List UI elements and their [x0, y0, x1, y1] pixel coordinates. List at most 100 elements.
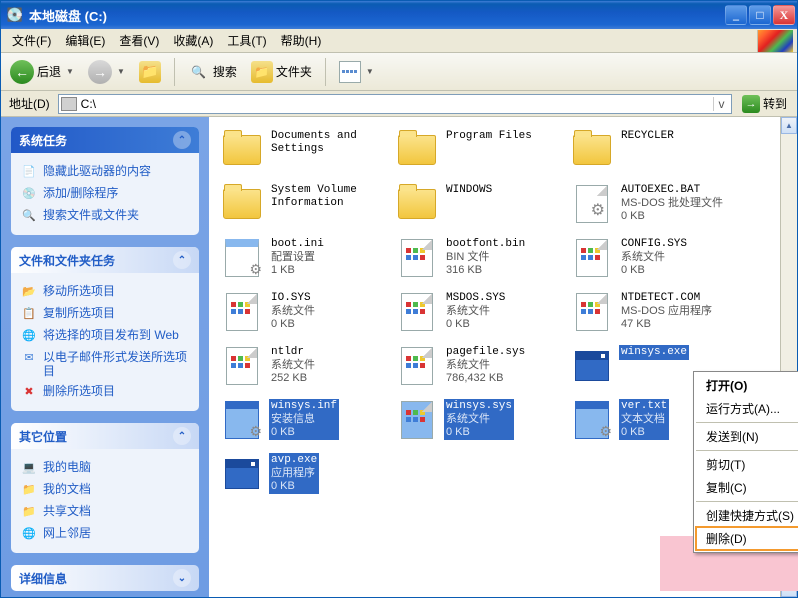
folder-icon: 📁: [251, 61, 273, 83]
sidebar-task-item[interactable]: 🔍搜索文件或文件夹: [21, 205, 189, 227]
grid-icon: [396, 237, 438, 279]
back-button[interactable]: ← 后退 ▼: [5, 57, 79, 87]
file-item[interactable]: CONFIG.SYS系统文件0 KB: [569, 235, 744, 289]
sidebar-task-item[interactable]: 📂移动所选项目: [21, 281, 189, 303]
sidebar-task-item[interactable]: 📋复制所选项目: [21, 303, 189, 325]
chevron-down-icon: ⌄: [173, 569, 191, 587]
sidebar-task-item[interactable]: 🌐将选择的项目发布到 Web: [21, 325, 189, 347]
file-label: Documents and Settings: [269, 129, 392, 157]
file-item[interactable]: boot.ini配置设置1 KB: [219, 235, 394, 289]
file-item[interactable]: winsys.sys系统文件0 KB: [394, 397, 569, 451]
search-label: 搜索: [213, 63, 237, 80]
folders-button[interactable]: 📁 文件夹: [246, 58, 317, 86]
file-item[interactable]: RECYCLER: [569, 127, 744, 181]
forward-button[interactable]: → ▼: [83, 57, 130, 87]
panel-title: 其它位置: [19, 428, 67, 445]
panel-header[interactable]: 系统任务 ⌃: [11, 127, 199, 153]
tasks-sidebar: 系统任务 ⌃ 📄隐藏此驱动器的内容 💿 添加/删除程序 🔍搜索文件或文件夹 文件和文件…: [1, 117, 209, 597]
file-item[interactable]: winsys.inf安装信息0 KB: [219, 397, 394, 451]
file-label: boot.ini配置设置1 KB: [269, 237, 326, 278]
task-icon: 💻: [21, 460, 37, 476]
file-item[interactable]: IO.SYS系统文件0 KB: [219, 289, 394, 343]
menubar: 文件(F) 编辑(E) 查看(V) 收藏(A) 工具(T) 帮助(H): [1, 29, 797, 53]
minimize-button[interactable]: _: [725, 5, 747, 25]
file-item[interactable]: AUTOEXEC.BATMS-DOS 批处理文件0 KB: [569, 181, 744, 235]
task-label: 添加/删除程序: [43, 186, 118, 200]
file-item[interactable]: NTDETECT.COMMS-DOS 应用程序47 KB: [569, 289, 744, 343]
task-icon: 📂: [21, 284, 37, 300]
sidebar-task-item[interactable]: 💿 添加/删除程序: [21, 183, 189, 205]
ctx-cut[interactable]: 剪切(T): [696, 453, 798, 476]
exe-icon: [221, 453, 263, 495]
file-item[interactable]: pagefile.sys系统文件786,432 KB: [394, 343, 569, 397]
ctx-open[interactable]: 打开(O): [696, 374, 798, 397]
ctx-sendto[interactable]: 发送到(N): [696, 425, 798, 448]
toolbar: ← 后退 ▼ → ▼ 📁 🔍 搜索 📁 文件夹 ▼: [1, 53, 797, 91]
menu-favorites[interactable]: 收藏(A): [166, 29, 220, 52]
menu-help[interactable]: 帮助(H): [274, 29, 329, 52]
panel-header[interactable]: 文件和文件夹任务 ⌃: [11, 247, 199, 273]
maximize-button[interactable]: □: [749, 5, 771, 25]
sidebar-task-item[interactable]: 📄隐藏此驱动器的内容: [21, 161, 189, 183]
task-label: 我的文档: [43, 482, 91, 496]
sidebar-task-item[interactable]: 📁 我的文档: [21, 479, 189, 501]
panel-title: 文件和文件夹任务: [19, 252, 115, 269]
ctx-delete[interactable]: 删除(D): [696, 527, 798, 550]
grid-icon: [396, 345, 438, 387]
file-item[interactable]: System Volume Information: [219, 181, 394, 235]
go-label: 转到: [763, 95, 787, 112]
menu-tools[interactable]: 工具(T): [220, 29, 273, 52]
file-item[interactable]: Documents and Settings: [219, 127, 394, 181]
ctx-runas[interactable]: 运行方式(A)...: [696, 397, 798, 420]
file-item[interactable]: MSDOS.SYS系统文件0 KB: [394, 289, 569, 343]
views-button[interactable]: ▼: [334, 58, 379, 86]
file-item[interactable]: bootfont.binBIN 文件316 KB: [394, 235, 569, 289]
task-icon: 💿: [21, 186, 37, 202]
task-icon: 📁: [21, 482, 37, 498]
file-item[interactable]: avp.exe应用程序0 KB: [219, 451, 394, 505]
ctx-shortcut[interactable]: 创建快捷方式(S): [696, 504, 798, 527]
chevron-down-icon: ▼: [366, 67, 374, 76]
separator: [696, 450, 798, 451]
task-icon: 📁: [21, 504, 37, 520]
address-combo[interactable]: C:\ v: [58, 94, 732, 114]
task-icon: 📋: [21, 306, 37, 322]
panel-file-tasks: 文件和文件夹任务 ⌃ 📂移动所选项目📋复制所选项目🌐将选择的项目发布到 Web✉…: [11, 247, 199, 411]
sidebar-task-item[interactable]: ✖删除所选项目: [21, 381, 189, 403]
search-icon: 🔍: [188, 61, 210, 83]
folders-label: 文件夹: [276, 63, 312, 80]
file-item[interactable]: ntldr系统文件252 KB: [219, 343, 394, 397]
menu-edit[interactable]: 编辑(E): [58, 29, 112, 52]
panel-header[interactable]: 详细信息 ⌄: [11, 565, 199, 591]
menu-file[interactable]: 文件(F): [5, 29, 58, 52]
back-icon: ←: [10, 60, 34, 84]
gear-icon: [571, 183, 613, 225]
chevron-down-icon: ▼: [66, 67, 74, 76]
task-label: 将选择的项目发布到 Web: [43, 328, 179, 342]
task-icon: 🌐: [21, 526, 37, 542]
up-button[interactable]: 📁: [134, 58, 166, 86]
go-button[interactable]: → 转到: [736, 93, 793, 115]
file-label: bootfont.binBIN 文件316 KB: [444, 237, 527, 278]
folder-icon: [571, 129, 613, 171]
panel-other-places: 其它位置 ⌃ 💻我的电脑 📁 我的文档 📁共享文档🌐网上邻居: [11, 423, 199, 553]
file-label: IO.SYS系统文件0 KB: [269, 291, 317, 332]
titlebar[interactable]: 💽 本地磁盘 (C:) _ □ X: [1, 1, 797, 29]
file-item[interactable]: Program Files: [394, 127, 569, 181]
file-item[interactable]: WINDOWS: [394, 181, 569, 235]
close-button[interactable]: X: [773, 5, 795, 25]
sidebar-task-item[interactable]: 💻我的电脑: [21, 457, 189, 479]
file-label: CONFIG.SYS系统文件0 KB: [619, 237, 689, 278]
ctx-copy[interactable]: 复制(C): [696, 476, 798, 499]
separator: [696, 422, 798, 423]
scroll-up-button[interactable]: ▲: [781, 117, 797, 134]
chevron-down-icon[interactable]: v: [713, 97, 729, 111]
task-icon: ✉: [21, 350, 37, 366]
search-button[interactable]: 🔍 搜索: [183, 58, 242, 86]
panel-header[interactable]: 其它位置 ⌃: [11, 423, 199, 449]
sidebar-task-item[interactable]: 📁共享文档: [21, 501, 189, 523]
sidebar-task-item[interactable]: 🌐网上邻居: [21, 523, 189, 545]
separator: [696, 501, 798, 502]
menu-view[interactable]: 查看(V): [112, 29, 166, 52]
sidebar-task-item[interactable]: ✉以电子邮件形式发送所选项目: [21, 347, 189, 381]
